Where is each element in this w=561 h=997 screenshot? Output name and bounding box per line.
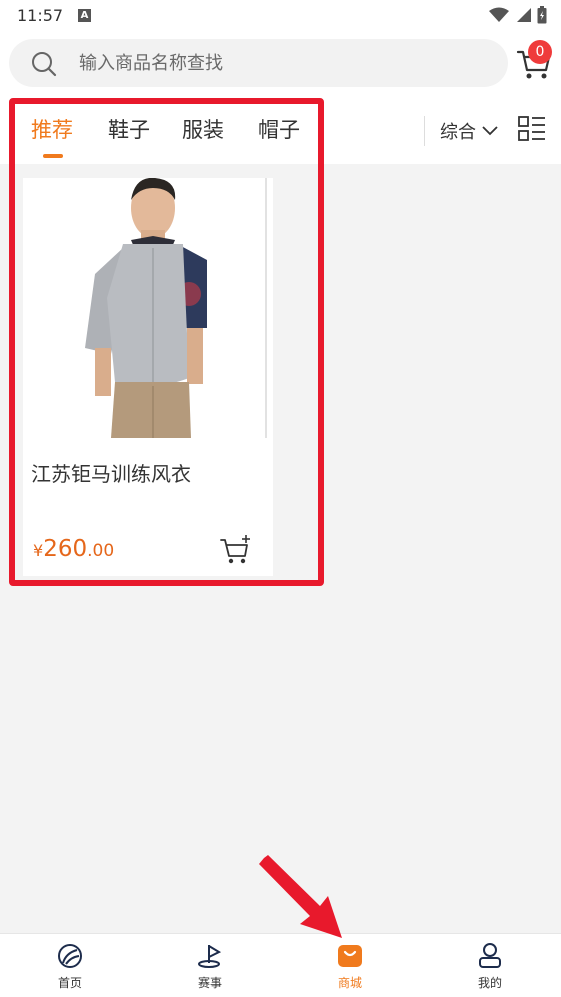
nav-home[interactable]: 首页 (0, 934, 140, 997)
notification-a-icon: A (78, 9, 91, 22)
search-icon (32, 52, 57, 77)
shop-bag-icon (338, 945, 362, 967)
nav-shop-label: 商城 (337, 976, 362, 990)
product-image[interactable] (23, 178, 273, 438)
search-bar[interactable] (9, 39, 508, 87)
divider (424, 116, 425, 146)
product-photo-jacket (23, 178, 273, 438)
user-icon (479, 943, 501, 968)
status-icons (489, 6, 547, 24)
price-decimal: .00 (87, 541, 115, 561)
product-price: ¥260.00 (33, 536, 114, 562)
tab-shoes[interactable]: 鞋子 (108, 114, 150, 144)
chevron-down-icon (482, 126, 498, 136)
category-tabbar: 推荐 鞋子 服装 帽子 综合 (0, 94, 561, 164)
list-layout-icon[interactable] (518, 116, 546, 142)
product-name[interactable]: 江苏钜马训练风衣 (31, 458, 191, 487)
active-tab-indicator (43, 154, 63, 158)
tab-hats[interactable]: 帽子 (258, 114, 300, 144)
add-to-cart-icon[interactable] (219, 534, 253, 566)
status-time: 11:57 (17, 6, 64, 25)
nav-shop[interactable]: 商城 (280, 934, 420, 997)
nav-events[interactable]: 赛事 (140, 934, 280, 997)
tab-recommend[interactable]: 推荐 (31, 114, 73, 144)
product-card[interactable]: 江苏钜马训练风衣 ¥260.00 (23, 178, 273, 576)
sort-dropdown[interactable]: 综合 (440, 118, 498, 144)
cart-badge: 0 (528, 40, 552, 64)
price-currency: ¥ (33, 541, 44, 560)
price-integer: 260 (43, 536, 88, 562)
nav-events-label: 赛事 (197, 976, 222, 990)
tab-clothing[interactable]: 服装 (182, 114, 224, 144)
bottom-nav: 首页 赛事 商城 我的 (0, 933, 561, 997)
home-icon (58, 944, 82, 968)
sort-label: 综合 (440, 122, 476, 143)
signal-icon (517, 8, 531, 22)
header: 0 (0, 32, 561, 94)
battery-icon (537, 6, 547, 24)
search-input[interactable] (79, 39, 479, 87)
nav-profile[interactable]: 我的 (420, 934, 560, 997)
nav-profile-label: 我的 (477, 976, 502, 990)
annotation-arrow (259, 855, 342, 938)
status-bar: 11:57 A (0, 0, 561, 32)
wifi-icon (489, 7, 509, 22)
golf-flag-icon (198, 945, 222, 968)
nav-home-label: 首页 (57, 976, 82, 990)
